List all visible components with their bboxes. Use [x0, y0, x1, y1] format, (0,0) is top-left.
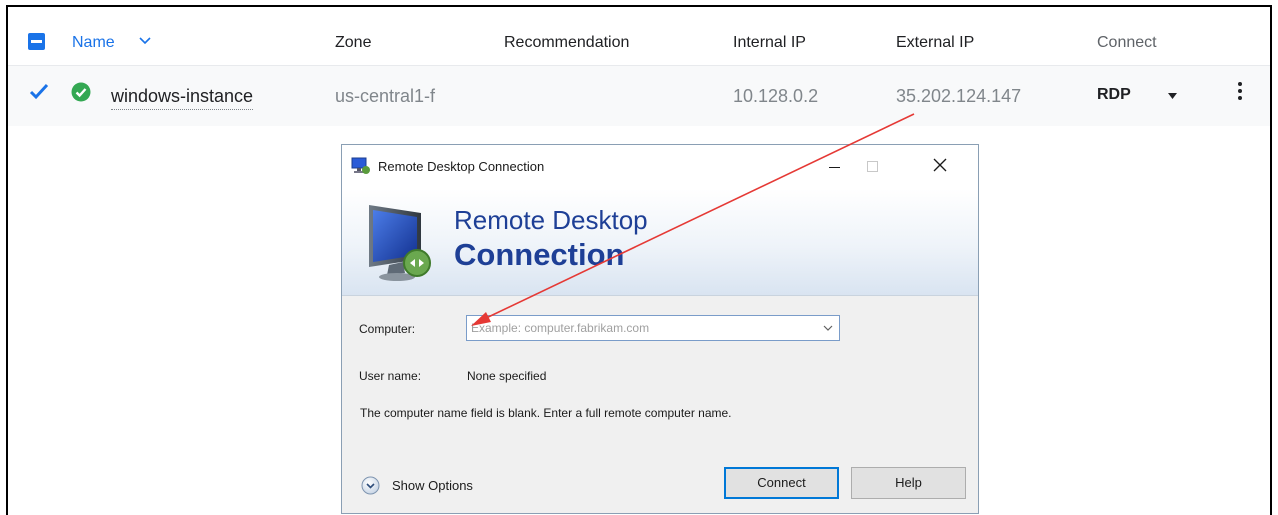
dialog-title: Remote Desktop Connection: [378, 159, 545, 174]
chevron-down-icon[interactable]: [823, 325, 833, 331]
show-options-toggle-icon[interactable]: [361, 476, 380, 495]
column-header-external-ip[interactable]: External IP: [896, 34, 974, 52]
help-button[interactable]: Help: [851, 467, 966, 499]
instance-name-link[interactable]: windows-instance: [111, 86, 254, 110]
minimize-icon[interactable]: [829, 167, 840, 168]
close-icon[interactable]: [933, 158, 947, 172]
caret-down-icon[interactable]: [1168, 93, 1177, 99]
remote-desktop-monitor-icon: [369, 205, 431, 281]
rdp-connect-button[interactable]: RDP: [1097, 86, 1131, 104]
show-options-link[interactable]: Show Options: [392, 478, 473, 493]
status-ok-icon: [71, 82, 91, 102]
remote-desktop-dialog: Remote Desktop Connection Remote Desktop…: [341, 144, 979, 514]
column-header-name[interactable]: Name: [72, 34, 115, 52]
column-header-zone[interactable]: Zone: [335, 34, 371, 52]
remote-desktop-app-icon: [351, 157, 370, 174]
instance-external-ip: 35.202.124.147: [896, 86, 1022, 106]
chevron-down-icon[interactable]: [139, 37, 151, 45]
column-header-connect: Connect: [1097, 34, 1157, 51]
computer-label: Computer:: [359, 322, 416, 336]
dialog-titlebar[interactable]: Remote Desktop Connection: [342, 145, 978, 189]
computer-input[interactable]: Example: computer.fabrikam.com: [466, 315, 840, 341]
dialog-banner: Remote Desktop Connection: [342, 189, 978, 296]
banner-title-line2: Connection: [454, 237, 625, 272]
column-header-recommendation[interactable]: Recommendation: [504, 34, 629, 52]
maximize-icon[interactable]: [867, 161, 878, 172]
instance-zone: us-central1-f: [335, 86, 436, 106]
select-all-checkbox[interactable]: [28, 33, 45, 50]
username-label: User name:: [359, 369, 422, 383]
computer-input-placeholder: Example: computer.fabrikam.com: [471, 321, 650, 335]
column-header-internal-ip[interactable]: Internal IP: [733, 34, 806, 52]
validation-message: The computer name field is blank. Enter …: [360, 406, 732, 420]
connect-button[interactable]: Connect: [724, 467, 839, 499]
instance-internal-ip: 10.128.0.2: [733, 86, 819, 106]
banner-title-line1: Remote Desktop: [454, 205, 648, 235]
more-options-icon[interactable]: [1236, 82, 1244, 106]
row-checkbox-checked-icon[interactable]: [29, 83, 49, 101]
username-value: None specified: [467, 369, 547, 383]
